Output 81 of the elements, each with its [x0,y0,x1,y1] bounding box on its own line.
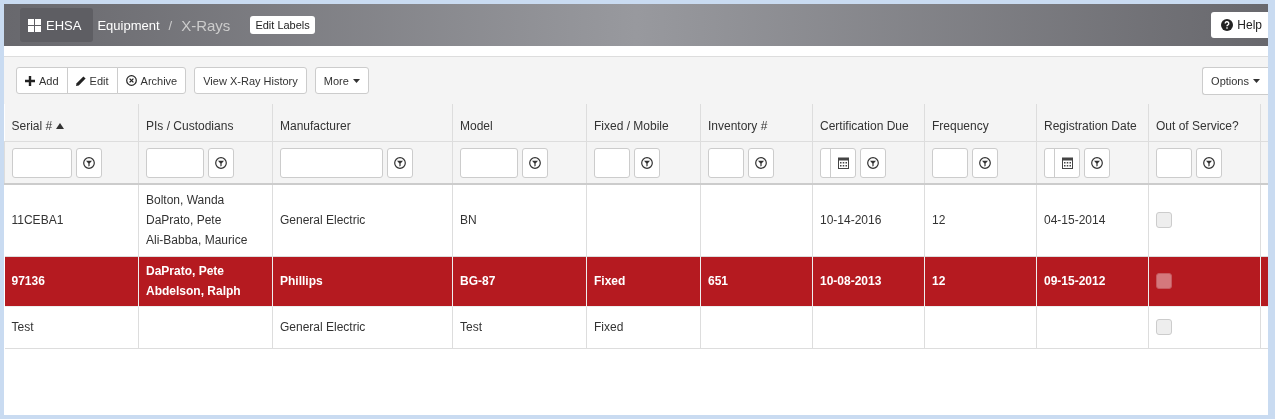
calendar-icon [1062,156,1073,169]
plus-icon [25,75,35,86]
caret-icon [352,78,360,83]
filter-button[interactable] [634,147,660,178]
filter-button[interactable] [76,147,102,178]
breadcrumb-current: X-Rays [181,16,231,34]
table-cell: 11CEBA1 [11,213,64,228]
help-button[interactable]: Help [1211,12,1268,38]
edit-labels-button[interactable]: Edit Labels [250,16,315,34]
table-cell: 04-15-2014 [1044,213,1106,228]
table-cell: BN [460,213,477,228]
filter-icon [1091,156,1103,169]
more-button[interactable]: More [314,67,369,94]
filter-field[interactable] [708,147,744,178]
archive-button[interactable]: Archive [116,67,187,94]
filter-icon [755,156,767,169]
checkbox[interactable] [1156,273,1172,289]
table-cell: 12 [932,274,946,288]
filter-button[interactable] [208,147,234,178]
checkbox[interactable] [1156,319,1172,335]
table-cell-text: Ali-Babba, Maurice [146,232,248,250]
calendar-icon [838,156,849,169]
filter-button[interactable] [522,147,548,178]
table-cell: 10-14-2016 [820,213,882,228]
table-cell: Test [460,320,482,334]
filter-icon [83,156,95,169]
filter-button[interactable] [1084,147,1110,178]
table-cell: Phillips [280,274,323,288]
date-filter-field[interactable] [820,147,856,178]
add-button[interactable]: Add [16,67,68,94]
caret-icon [1253,78,1260,83]
filter-button[interactable] [1196,147,1222,178]
brand-logo[interactable]: EHSA [20,8,94,42]
filter-icon [215,156,227,169]
column-header[interactable]: Model [460,118,493,134]
table-cell: 12 [932,213,946,228]
filter-button[interactable] [387,147,413,178]
circle-x-icon [125,75,137,86]
table-cell-text: Bolton, Wanda [146,192,225,210]
filter-field[interactable] [460,147,518,178]
table-cell-text: DaPrato, Pete [146,263,225,280]
table-cell: 97136 [11,274,45,288]
pencil-icon [75,75,86,86]
filter-button[interactable] [972,147,998,178]
filter-field[interactable] [594,147,630,178]
edit-button[interactable]: Edit [66,67,118,94]
table-cell: 09-15-2012 [1044,274,1106,288]
table-cell: BG-87 [460,274,496,288]
history-button[interactable]: View X-Ray History [194,67,307,94]
table-cell: Fixed [594,274,626,288]
column-header[interactable]: Serial # [11,118,53,134]
filter-field[interactable] [146,147,204,178]
column-header[interactable]: Manufacturer [280,118,351,134]
table-cell: Test [11,320,34,334]
filter-icon [394,156,406,169]
checkbox[interactable] [1156,212,1172,229]
filter-icon [979,156,991,169]
filter-icon [529,156,541,169]
help-icon [1221,19,1234,31]
options-button[interactable]: Options [1202,66,1268,95]
table-cell-text: Abdelson, Ralph [146,283,241,300]
table-cell-text: DaPrato, Pete [146,212,222,230]
filter-icon [867,156,879,169]
breadcrumb-link[interactable]: Equipment [97,17,160,33]
filter-icon [641,156,653,169]
breadcrumb-separator: / [168,17,173,33]
grid-icon [28,18,41,32]
filter-button[interactable] [748,147,774,178]
filter-icon [1203,156,1215,169]
filter-button[interactable] [860,147,886,178]
filter-field[interactable] [280,147,383,178]
table-cell: General Electric [280,213,366,228]
filter-field[interactable] [12,147,72,178]
table-cell: 651 [708,274,729,288]
table-cell: General Electric [280,320,366,334]
date-filter-field[interactable] [1044,147,1080,178]
filter-field[interactable] [1156,147,1192,178]
table-cell: Fixed [594,320,624,334]
table-cell: 10-08-2013 [820,274,882,288]
brand-name: EHSA [46,17,82,33]
filter-field[interactable] [932,147,968,178]
